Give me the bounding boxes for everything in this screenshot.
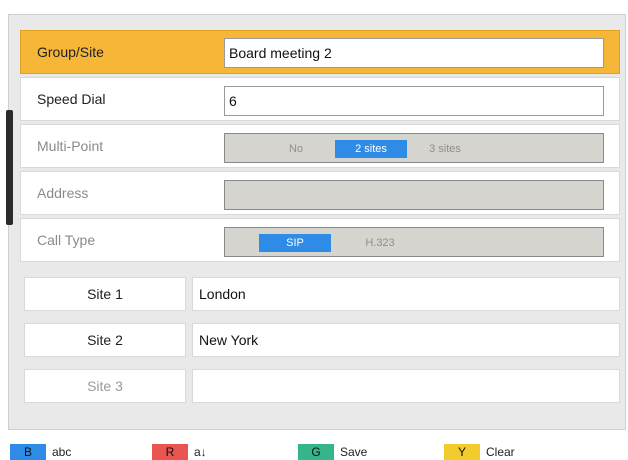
site-2-label: Site 2 bbox=[24, 323, 186, 357]
red-key-label: a↓ bbox=[194, 445, 207, 459]
group-site-label: Group/Site bbox=[37, 44, 104, 60]
speed-dial-label: Speed Dial bbox=[37, 91, 106, 107]
multi-point-label: Multi-Point bbox=[37, 138, 104, 154]
site-1-field[interactable]: London bbox=[192, 277, 620, 311]
speed-dial-input[interactable]: 6 bbox=[224, 86, 604, 116]
call-type-option-sip[interactable]: SIP bbox=[259, 234, 331, 252]
call-type-option-h323[interactable]: H.323 bbox=[355, 234, 405, 252]
call-type-selector[interactable]: SIP H.323 bbox=[224, 227, 604, 257]
address-label: Address bbox=[37, 185, 89, 201]
call-type-label: Call Type bbox=[37, 232, 96, 248]
scroll-indicator bbox=[6, 110, 13, 225]
multi-point-row: Multi-Point No 2 sites 3 sites bbox=[20, 124, 620, 168]
yellow-key-label: Clear bbox=[486, 445, 515, 459]
blue-key-icon[interactable]: B bbox=[10, 444, 46, 460]
site-3-label: Site 3 bbox=[24, 369, 186, 403]
multi-point-option-3-sites[interactable]: 3 sites bbox=[415, 140, 475, 158]
site-1-label: Site 1 bbox=[24, 277, 186, 311]
multi-point-option-2-sites[interactable]: 2 sites bbox=[335, 140, 407, 158]
group-site-input[interactable]: Board meeting 2 bbox=[224, 38, 604, 68]
site-2-field[interactable]: New York bbox=[192, 323, 620, 357]
green-key-icon[interactable]: G bbox=[298, 444, 334, 460]
multi-point-selector[interactable]: No 2 sites 3 sites bbox=[224, 133, 604, 163]
red-key-icon[interactable]: R bbox=[152, 444, 188, 460]
call-type-row: Call Type SIP H.323 bbox=[20, 218, 620, 262]
green-key-label: Save bbox=[340, 445, 368, 459]
group-site-row[interactable]: Group/Site Board meeting 2 bbox=[20, 30, 620, 74]
footer-key-guide: B abc R a↓ G Save Y Clear bbox=[0, 440, 628, 460]
multi-point-option-no[interactable]: No bbox=[281, 140, 311, 158]
speed-dial-row[interactable]: Speed Dial 6 bbox=[20, 77, 620, 121]
site-3-field[interactable] bbox=[192, 369, 620, 403]
address-input[interactable] bbox=[224, 180, 604, 210]
yellow-key-icon[interactable]: Y bbox=[444, 444, 480, 460]
blue-key-label: abc bbox=[52, 445, 72, 459]
address-row: Address bbox=[20, 171, 620, 215]
